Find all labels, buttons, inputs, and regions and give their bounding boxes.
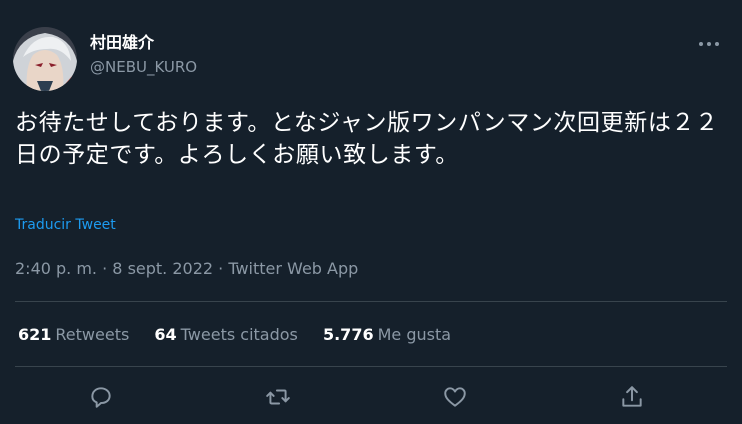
divider [15,301,727,302]
likes-count: 5.776 [322,325,374,344]
meta-separator: · [102,259,108,278]
meta-separator: · [218,259,224,278]
likes-label: Me gusta [377,325,452,344]
quotes-label: Tweets citados [180,325,298,344]
retweets-label: Retweets [55,325,130,344]
tweet-meta: 2:40 p. m. · 8 sept. 2022 · Twitter Web … [15,259,358,278]
tweet-text: お待たせしております。となジャン版ワンパンマン次回更新は２２日の予定です。よろし… [15,110,719,168]
reply-icon[interactable] [88,384,114,410]
quotes-stat[interactable]: 64 Tweets citados [154,325,297,344]
more-options-icon[interactable] [696,36,722,50]
share-icon[interactable] [619,384,645,410]
quotes-count: 64 [154,325,177,344]
divider [15,366,727,367]
translate-link[interactable]: Traducir Tweet [15,217,116,233]
avatar[interactable] [13,27,77,91]
tweet-stats: 621 Retweets 64 Tweets citados 5.776 Me gus… [18,325,471,344]
retweets-count: 621 [18,325,52,344]
user-name[interactable]: 村田雄介 [90,33,154,53]
retweets-stat[interactable]: 621 Retweets [18,325,129,344]
avatar-image-icon [13,27,77,91]
tweet-time[interactable]: 2:40 p. m. [15,259,97,278]
retweet-icon[interactable] [265,384,291,410]
tweet-detail: 村田雄介 @NEBU_KURO お待たせしております。となジャン版ワンパンマン次… [0,0,742,424]
tweet-date[interactable]: 8 sept. 2022 [112,259,213,278]
user-handle[interactable]: @NEBU_KURO [90,57,197,77]
like-icon[interactable] [442,384,468,410]
likes-stat[interactable]: 5.776 Me gusta [323,325,451,344]
tweet-source[interactable]: Twitter Web App [228,259,358,278]
action-bar [0,382,742,414]
